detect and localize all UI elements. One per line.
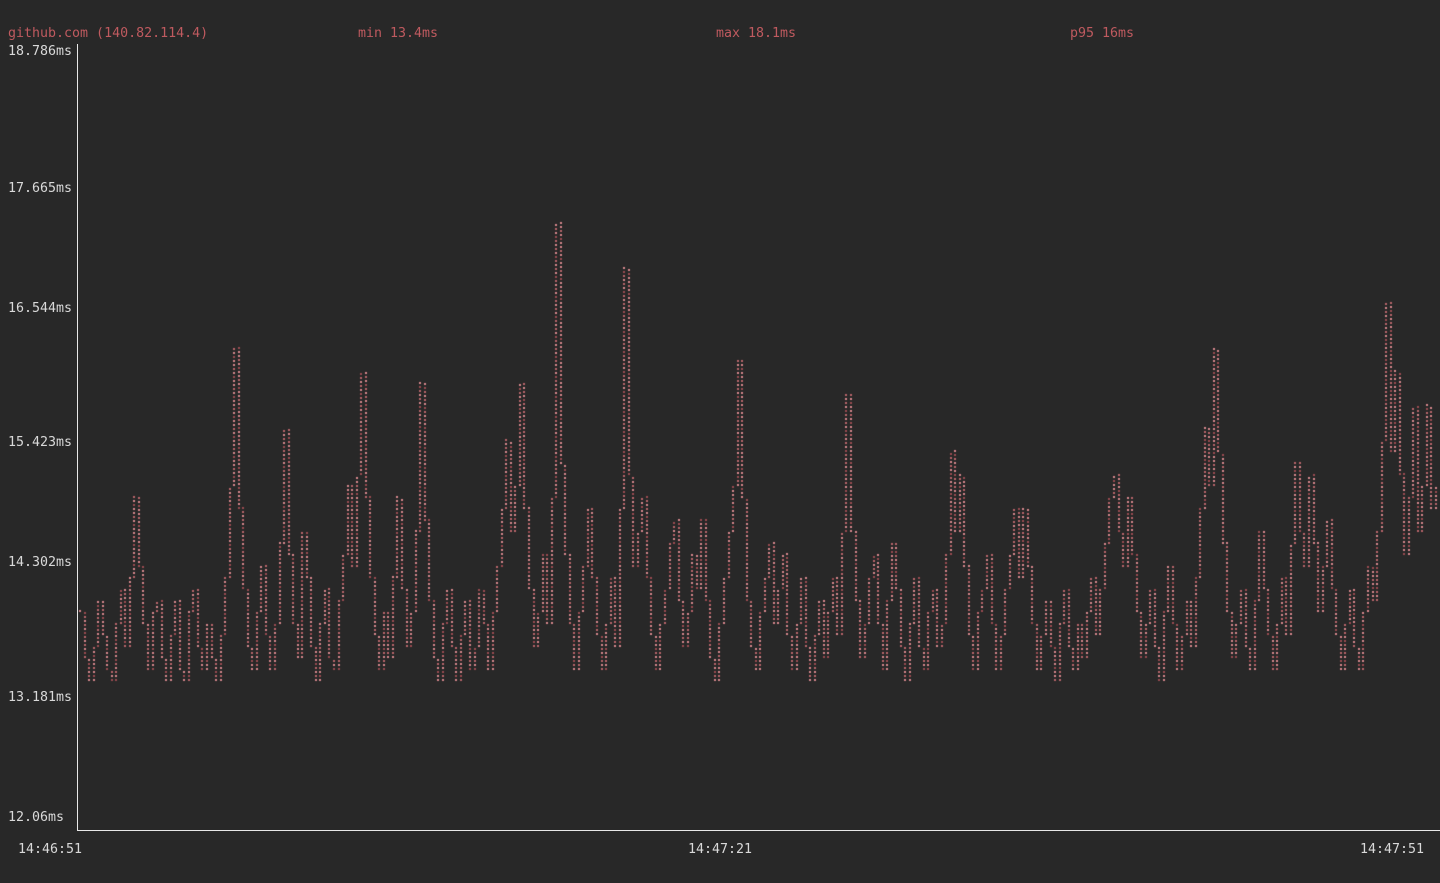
p95-stat-label: p95 16ms bbox=[1070, 26, 1134, 42]
x-tick-label-middle: 14:47:21 bbox=[688, 842, 752, 858]
y-tick-label-2: 16.544ms bbox=[8, 301, 72, 317]
y-tick-label-0: 18.786ms bbox=[8, 44, 72, 60]
y-tick-label-4: 14.302ms bbox=[8, 555, 72, 571]
y-axis-line bbox=[77, 44, 78, 830]
host-label: github.com (140.82.114.4) bbox=[8, 26, 208, 42]
min-stat-label: min 13.4ms bbox=[358, 26, 438, 42]
gping-terminal: github.com (140.82.114.4) min 13.4ms max… bbox=[0, 0, 1440, 883]
x-axis-line bbox=[77, 830, 1440, 831]
x-tick-label-end: 14:47:51 bbox=[1360, 842, 1424, 858]
latency-series-canvas bbox=[0, 0, 1440, 883]
max-stat-label: max 18.1ms bbox=[716, 26, 796, 42]
y-tick-label-6: 12.06ms bbox=[8, 810, 64, 826]
y-tick-label-3: 15.423ms bbox=[8, 435, 72, 451]
y-tick-label-1: 17.665ms bbox=[8, 181, 72, 197]
y-tick-label-5: 13.181ms bbox=[8, 690, 72, 706]
x-tick-label-start: 14:46:51 bbox=[18, 842, 82, 858]
